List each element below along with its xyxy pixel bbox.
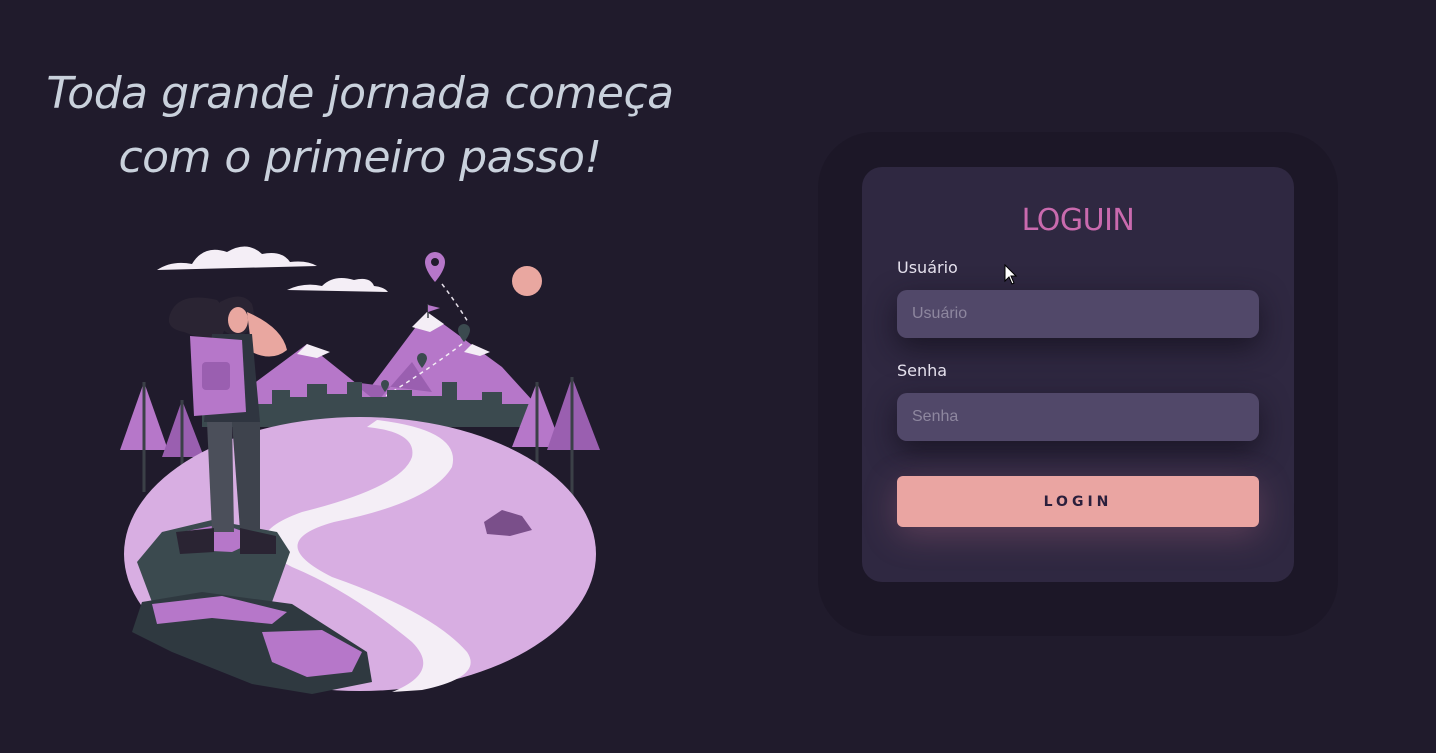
sun	[512, 266, 542, 296]
clouds	[157, 246, 388, 292]
hero-headline: Toda grande jornada começa com o primeir…	[20, 62, 700, 190]
login-page: Toda grande jornada começa com o primeir…	[0, 0, 1436, 753]
hero-headline-line-1: Toda grande jornada começa	[46, 68, 674, 119]
hiker-illustration	[120, 246, 600, 694]
password-label: Senha	[897, 361, 948, 380]
password-input[interactable]	[897, 393, 1259, 441]
hero-headline-line-2: com o primeiro passo!	[118, 132, 602, 183]
login-title: LOGUIN	[1021, 203, 1135, 238]
login-card: LOGUIN Usuário Senha LOGIN	[862, 167, 1294, 582]
login-button[interactable]: LOGIN	[897, 476, 1259, 527]
location-pin-icon	[425, 252, 445, 282]
mouse-pointer-icon	[1004, 264, 1018, 285]
username-input[interactable]	[897, 290, 1259, 338]
username-label: Usuário	[897, 258, 958, 277]
username-field-wrapper	[897, 290, 1259, 338]
password-field-wrapper	[897, 393, 1259, 441]
